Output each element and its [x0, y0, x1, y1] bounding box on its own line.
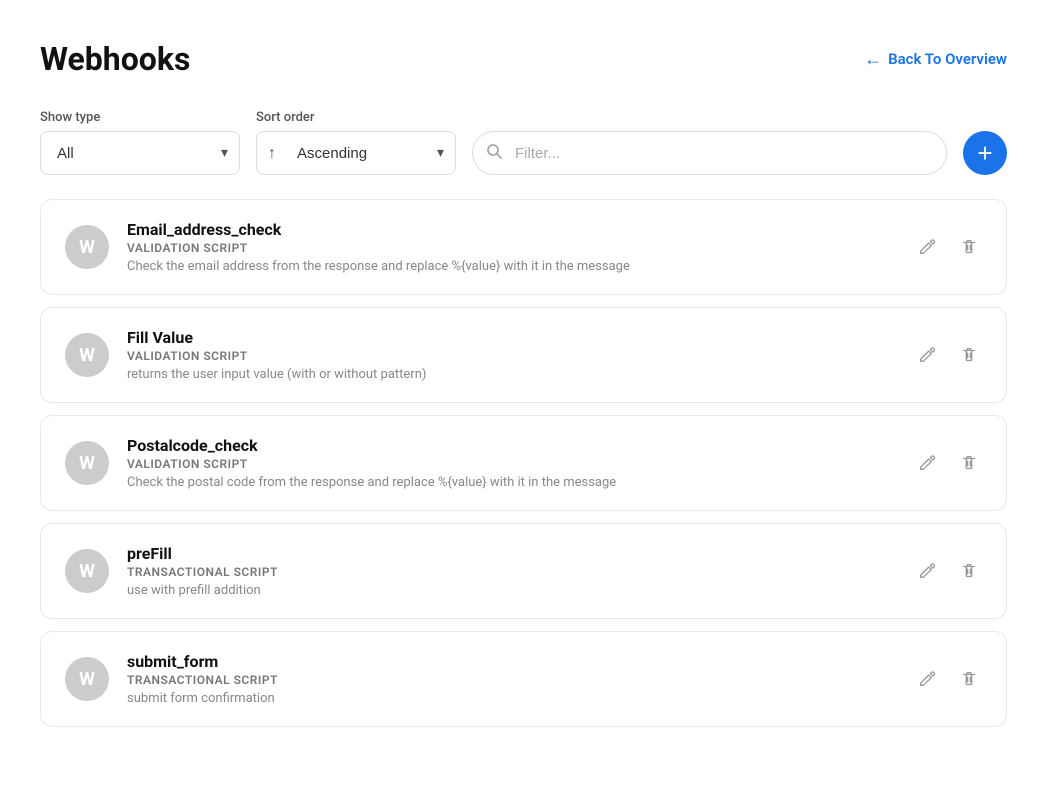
- webhook-card: W Postalcode_check VALIDATION SCRIPT Che…: [40, 415, 1007, 511]
- webhooks-list: W Email_address_check VALIDATION SCRIPT …: [40, 199, 1007, 727]
- webhook-description: Check the email address from the respons…: [127, 259, 896, 274]
- edit-webhook-button[interactable]: [914, 342, 940, 368]
- sort-order-wrapper: ↑ Ascending Descending ▾: [256, 131, 456, 175]
- trash-icon: [960, 562, 978, 580]
- pencil-icon: [918, 670, 936, 688]
- pencil-icon: [918, 454, 936, 472]
- webhook-actions: [914, 450, 982, 476]
- webhook-type: TRANSACTIONAL SCRIPT: [127, 565, 896, 579]
- page-container: Webhooks ← Back To Overview Show type Al…: [0, 0, 1047, 802]
- webhook-info: Email_address_check VALIDATION SCRIPT Ch…: [127, 220, 896, 274]
- sort-order-select[interactable]: Ascending Descending: [256, 131, 456, 175]
- webhook-name: Fill Value: [127, 328, 896, 347]
- delete-webhook-button[interactable]: [956, 666, 982, 692]
- webhook-info: Fill Value VALIDATION SCRIPT returns the…: [127, 328, 896, 382]
- add-webhook-button[interactable]: +: [963, 131, 1007, 175]
- webhook-avatar: W: [65, 333, 109, 377]
- webhook-actions: [914, 558, 982, 584]
- delete-webhook-button[interactable]: [956, 342, 982, 368]
- webhook-card: W preFill TRANSACTIONAL SCRIPT use with …: [40, 523, 1007, 619]
- pencil-icon: [918, 238, 936, 256]
- webhook-description: use with prefill addition: [127, 583, 896, 598]
- webhook-avatar: W: [65, 225, 109, 269]
- sort-order-label: Sort order: [256, 110, 456, 125]
- edit-webhook-button[interactable]: [914, 666, 940, 692]
- add-button-wrapper: +: [963, 131, 1007, 175]
- back-to-overview-label: Back To Overview: [888, 50, 1007, 68]
- webhook-info: preFill TRANSACTIONAL SCRIPT use with pr…: [127, 544, 896, 598]
- page-title: Webhooks: [40, 40, 190, 78]
- show-type-label: Show type: [40, 110, 240, 125]
- back-arrow-icon: ←: [864, 49, 882, 70]
- webhook-name: Postalcode_check: [127, 436, 896, 455]
- webhook-avatar: W: [65, 657, 109, 701]
- webhook-name: preFill: [127, 544, 896, 563]
- webhook-description: returns the user input value (with or wi…: [127, 367, 896, 382]
- trash-icon: [960, 346, 978, 364]
- webhook-name: submit_form: [127, 652, 896, 671]
- trash-icon: [960, 670, 978, 688]
- webhook-avatar: W: [65, 549, 109, 593]
- delete-webhook-button[interactable]: [956, 450, 982, 476]
- pencil-icon: [918, 562, 936, 580]
- filter-wrapper: [472, 131, 947, 175]
- webhook-card: W Email_address_check VALIDATION SCRIPT …: [40, 199, 1007, 295]
- webhook-info: submit_form TRANSACTIONAL SCRIPT submit …: [127, 652, 896, 706]
- edit-webhook-button[interactable]: [914, 450, 940, 476]
- webhook-description: Check the postal code from the response …: [127, 475, 896, 490]
- delete-webhook-button[interactable]: [956, 558, 982, 584]
- show-type-select[interactable]: All Validation Script Transactional Scri…: [40, 131, 240, 175]
- webhook-actions: [914, 342, 982, 368]
- webhook-card: W Fill Value VALIDATION SCRIPT returns t…: [40, 307, 1007, 403]
- show-type-wrapper: All Validation Script Transactional Scri…: [40, 131, 240, 175]
- webhook-name: Email_address_check: [127, 220, 896, 239]
- sort-order-group: Sort order ↑ Ascending Descending ▾: [256, 110, 456, 175]
- webhook-description: submit form confirmation: [127, 691, 896, 706]
- page-header: Webhooks ← Back To Overview: [40, 40, 1007, 78]
- edit-webhook-button[interactable]: [914, 558, 940, 584]
- filter-group: [472, 110, 947, 175]
- webhook-info: Postalcode_check VALIDATION SCRIPT Check…: [127, 436, 896, 490]
- trash-icon: [960, 238, 978, 256]
- delete-webhook-button[interactable]: [956, 234, 982, 260]
- webhook-type: VALIDATION SCRIPT: [127, 241, 896, 255]
- webhook-actions: [914, 666, 982, 692]
- webhook-type: VALIDATION SCRIPT: [127, 349, 896, 363]
- webhook-type: VALIDATION SCRIPT: [127, 457, 896, 471]
- filter-input[interactable]: [472, 131, 947, 175]
- webhook-actions: [914, 234, 982, 260]
- webhook-type: TRANSACTIONAL SCRIPT: [127, 673, 896, 687]
- webhook-card: W submit_form TRANSACTIONAL SCRIPT submi…: [40, 631, 1007, 727]
- trash-icon: [960, 454, 978, 472]
- show-type-group: Show type All Validation Script Transact…: [40, 110, 240, 175]
- pencil-icon: [918, 346, 936, 364]
- controls-row: Show type All Validation Script Transact…: [40, 110, 1007, 175]
- back-to-overview-link[interactable]: ← Back To Overview: [864, 49, 1007, 70]
- edit-webhook-button[interactable]: [914, 234, 940, 260]
- webhook-avatar: W: [65, 441, 109, 485]
